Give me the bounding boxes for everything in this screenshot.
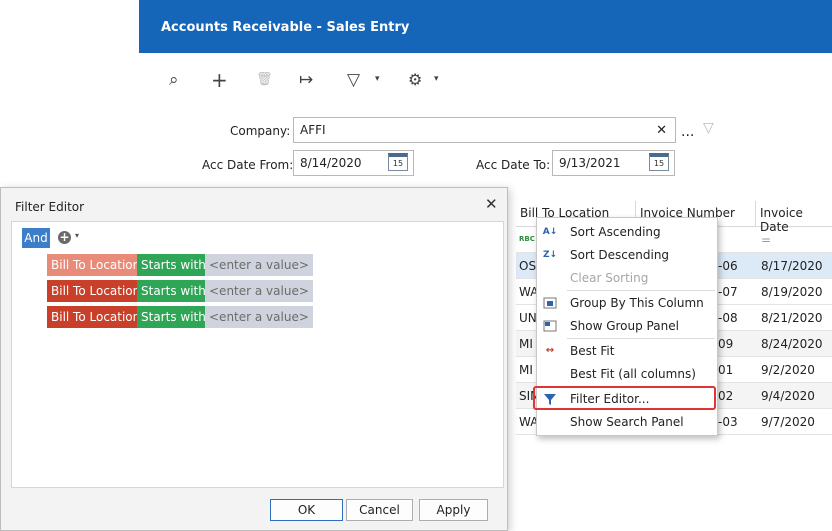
company-value: AFFI [300, 123, 326, 137]
group-panel-icon [542, 318, 558, 334]
acc-date-to-label: Acc Date To: [476, 158, 551, 172]
chevron-down-icon[interactable]: ▾ [75, 231, 79, 240]
window-title: Accounts Receivable - Sales Entry [161, 20, 410, 35]
apply-button[interactable]: Apply [419, 499, 488, 521]
search-icon[interactable]: ⌕ [169, 70, 179, 90]
calendar-icon[interactable]: 15 [388, 153, 408, 171]
sort-descending-icon: Z↓ [542, 250, 558, 260]
add-icon[interactable]: + [211, 70, 228, 90]
condition-field[interactable]: Bill To Location [47, 306, 145, 328]
condition-operator[interactable]: Starts with [137, 306, 210, 328]
condition-operator[interactable]: Starts with [137, 280, 210, 302]
condition-value[interactable]: <enter a value> [205, 280, 313, 302]
close-icon[interactable]: ✕ [485, 195, 498, 213]
menu-item-best-fit-all-columns[interactable]: Best Fit (all columns) [537, 363, 717, 385]
clear-icon[interactable]: ✕ [656, 123, 667, 138]
group-by-icon [542, 295, 558, 311]
best-fit-icon: ↔ [545, 345, 555, 356]
column-header-invoice-date[interactable]: Invoice Date [756, 201, 832, 234]
menu-item-clear-sorting[interactable]: Clear Sorting [537, 267, 717, 289]
ok-button[interactable]: OK [270, 499, 343, 521]
acc-date-from-label: Acc Date From: [202, 158, 294, 172]
menu-item-sort-descending[interactable]: Z↓ Sort Descending [537, 244, 717, 266]
filter-icon[interactable]: ▽ [703, 120, 714, 136]
settings-icon[interactable]: ⚙ [408, 70, 422, 90]
condition-value[interactable]: <enter a value> [205, 254, 313, 276]
menu-separator [567, 290, 715, 291]
menu-separator [567, 338, 715, 339]
cancel-button[interactable]: Cancel [346, 499, 413, 521]
lookup-button[interactable]: ... [681, 124, 694, 140]
calendar-icon[interactable]: 15 [649, 153, 669, 171]
filter-editor-highlight [533, 386, 716, 410]
condition-operator[interactable]: Starts with [137, 254, 210, 276]
filter-editor-dialog: Filter Editor ✕ And + ▾ Bill To Location… [0, 187, 508, 531]
company-field[interactable]: AFFI ✕ [293, 117, 676, 143]
menu-item-best-fit[interactable]: ↔ Best Fit [537, 340, 717, 362]
filter-icon[interactable]: ▽ [347, 70, 360, 90]
condition-field[interactable]: Bill To Location [47, 280, 145, 302]
sort-ascending-icon: A↓ [542, 227, 558, 237]
goto-icon[interactable]: ↦ [299, 70, 313, 90]
company-label: Company: [230, 124, 291, 138]
acc-date-to-value: 9/13/2021 [559, 156, 621, 170]
menu-item-show-search-panel[interactable]: Show Search Panel [537, 411, 717, 433]
filter-row-badge: RBC [519, 235, 535, 243]
title-bar: Accounts Receivable - Sales Entry [139, 0, 832, 53]
dialog-title: Filter Editor [15, 200, 85, 214]
filter-tree: And + ▾ Bill To Location Starts with <en… [11, 221, 504, 488]
acc-date-from-value: 8/14/2020 [300, 156, 362, 170]
menu-item-show-group-panel[interactable]: Show Group Panel [537, 315, 717, 337]
menu-item-sort-ascending[interactable]: A↓ Sort Ascending [537, 221, 717, 243]
condition-field[interactable]: Bill To Location [47, 254, 145, 276]
menu-item-group-by-this-column[interactable]: Group By This Column [537, 292, 717, 314]
add-condition-icon[interactable]: + [58, 231, 71, 244]
chevron-down-icon[interactable]: ▾ [375, 74, 380, 84]
delete-icon[interactable]: 🗑 [256, 70, 273, 90]
condition-value[interactable]: <enter a value> [205, 306, 313, 328]
filter-row-equals: = [761, 233, 772, 247]
chevron-down-icon[interactable]: ▾ [434, 74, 439, 84]
group-operator-button[interactable]: And [22, 228, 50, 248]
